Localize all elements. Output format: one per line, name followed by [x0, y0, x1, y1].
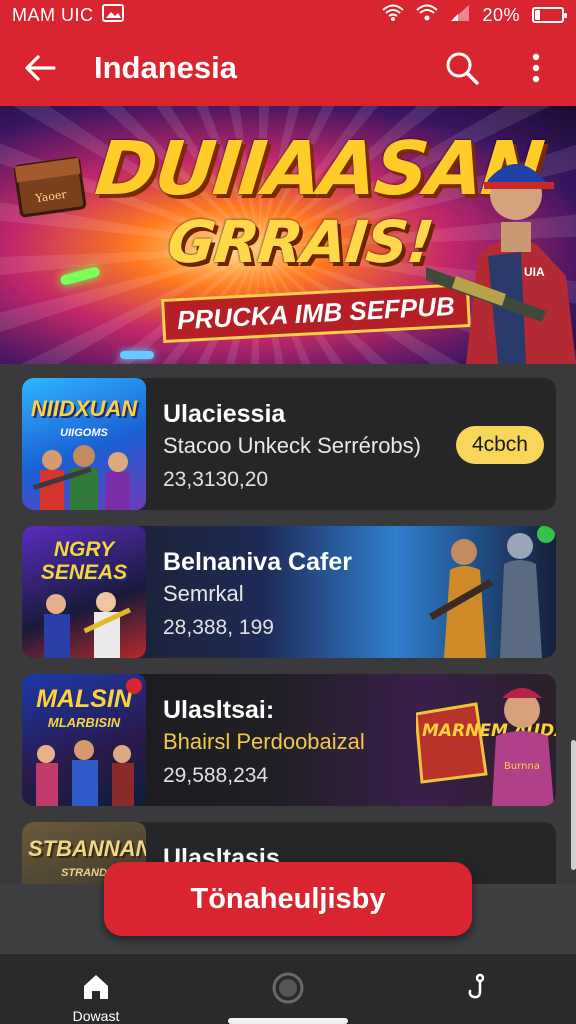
bottom-nav: Dowast [0, 954, 576, 1024]
game-thumbnail: NIIDXUAN UIIGOMS [22, 378, 146, 510]
card-art-soldiers [429, 526, 555, 658]
game-count: 29,588,234 [163, 764, 269, 787]
list-item[interactable]: NGRY SENEAS Belnaniva Cafer Semrkal 28,3… [22, 526, 556, 658]
thumbnail-title: NGRY SENEAS [40, 538, 128, 584]
back-arrow-icon[interactable] [18, 46, 62, 90]
game-count: 28,388, 199 [163, 616, 274, 639]
soldier-illustration: UIA [426, 164, 576, 364]
thumbnail-title: NIIDXUAN [30, 396, 138, 421]
status-bar: MAM UIC 20% [0, 0, 576, 30]
list-item[interactable]: MALSIN MLARBISIN Ulasltsai: Bhairsl Perd… [22, 674, 556, 806]
scrollbar[interactable] [571, 740, 576, 870]
game-name: Ulasltsai: [163, 696, 275, 724]
home-indicator[interactable] [228, 1018, 348, 1024]
game-thumbnail: NGRY SENEAS [22, 526, 146, 658]
nav-label: Dowast [72, 1008, 120, 1024]
svg-text:UIA: UIA [524, 265, 545, 279]
game-subtitle: Semrkal [163, 581, 244, 606]
wifi-icon-2 [416, 4, 439, 27]
image-notification-icon [101, 3, 124, 27]
game-name: Ulaciessia [163, 400, 286, 428]
game-count: 23,3130,20 [163, 468, 269, 491]
status-left-text: MAM UIC [12, 4, 94, 25]
game-name: Belnaniva Cafer [163, 548, 352, 576]
record-circle-icon [272, 972, 304, 1004]
wifi-icon [382, 4, 405, 27]
game-thumbnail: MALSIN MLARBISIN [22, 674, 146, 806]
list-item[interactable]: NIIDXUAN UIIGOMS Ulaciessia Stacoo Unkec… [22, 378, 556, 510]
battery-percent: 20% [482, 4, 520, 25]
game-subtitle: Stacoo Unkeck Serrérobs) [163, 433, 421, 458]
hook-icon [468, 973, 485, 999]
search-icon[interactable] [440, 46, 484, 90]
card-art-logo-man: MARNEM AUDXEN Burnna [416, 688, 556, 806]
app-bar: Indanesia [0, 30, 576, 106]
promo-banner[interactable]: Yaoer DUIIAASAN GRRAIS! PRUCKA IMB SEFPU… [0, 106, 576, 364]
primary-action-button[interactable]: Tönaheuljisby [104, 862, 472, 936]
thumbnail-title: STBANNAN [28, 836, 146, 861]
home-icon [84, 975, 108, 999]
nav-item-home[interactable]: Dowast [36, 972, 156, 1024]
glow-gem [120, 351, 154, 359]
game-subtitle: Bhairsl Perdoobaizal [163, 729, 365, 754]
thumbnail-subtitle: MLARBISIN [47, 715, 121, 730]
status-badge[interactable]: 4cbch [455, 426, 544, 464]
page-title: Indanesia [94, 50, 237, 85]
nav-item-hook[interactable] [420, 972, 540, 1002]
game-list: NIIDXUAN UIIGOMS Ulaciessia Stacoo Unkec… [0, 364, 576, 884]
more-vert-icon[interactable] [514, 46, 558, 90]
badge-dot [126, 678, 142, 694]
shirt-text: Burnna [504, 761, 540, 772]
nav-item-record[interactable] [228, 972, 348, 1004]
signal-icon [450, 4, 470, 27]
thumbnail-title: MALSIN [36, 685, 132, 713]
banner-headline-2: GRRAIS! [164, 208, 437, 276]
treasure-chest-illustration: Yaoer [13, 156, 87, 218]
battery-icon [532, 7, 567, 23]
